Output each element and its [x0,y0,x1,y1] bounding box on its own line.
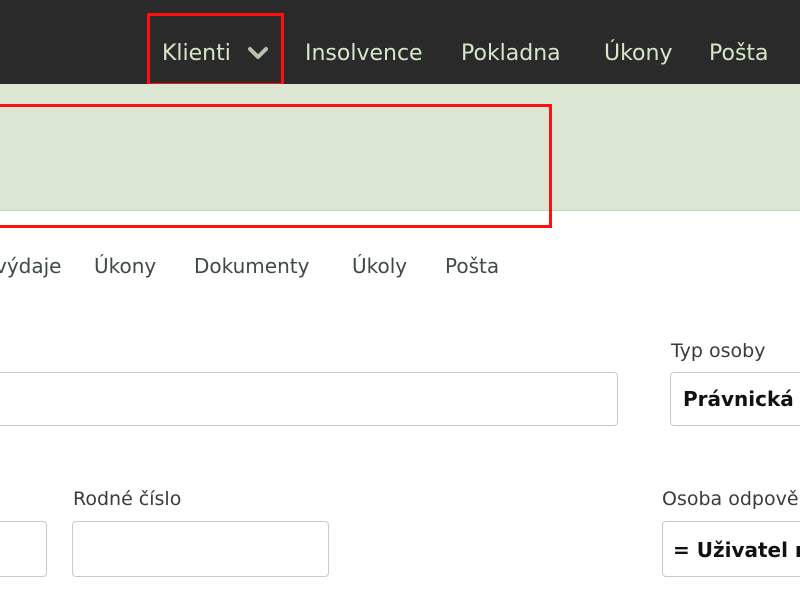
top-navbar: Klienti Insolvence Pokladna Úkony Pošta [0,0,800,84]
typ-osoby-label: Typ osoby [671,340,766,362]
nav-item-posta[interactable]: Pošta [709,41,769,66]
rodne-cislo-input[interactable] [72,521,329,577]
input-left-partial[interactable] [0,521,47,577]
osoba-odpovedna-label: Osoba odpově [662,488,799,510]
nav-item-insolvence[interactable]: Insolvence [305,41,423,66]
nav-item-pokladna[interactable]: Pokladna [461,41,561,66]
typ-osoby-value: Právnická [683,387,794,411]
subnav-item-dokumenty[interactable]: Dokumenty [194,254,309,278]
subnav-item-ukony[interactable]: Úkony [94,254,156,278]
annotation-highlight-subnav [0,104,552,228]
osoba-odpovedna-value: = Uživatel n [673,538,800,562]
annotation-highlight-klienti [147,13,284,86]
subnav-item-ukoly[interactable]: Úkoly [352,254,407,278]
subnav-item-vydaje[interactable]: výdaje [0,254,61,278]
rodne-cislo-label: Rodné číslo [73,488,182,510]
nav-item-ukony[interactable]: Úkony [604,41,672,66]
subnav-item-posta[interactable]: Pošta [445,254,499,278]
text-input-left[interactable] [0,372,618,426]
